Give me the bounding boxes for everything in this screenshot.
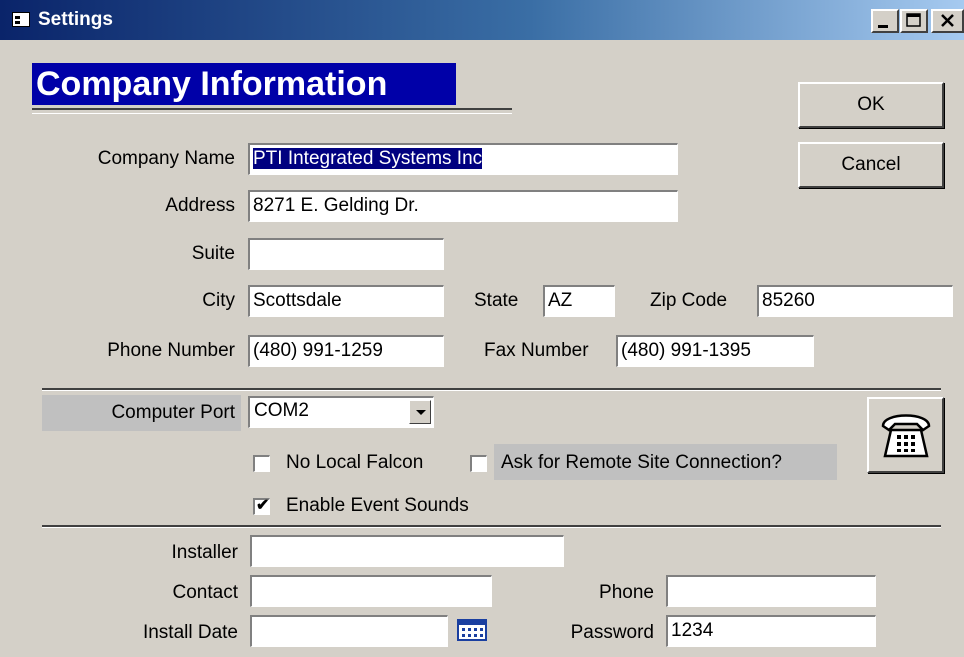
password-label: Password [570,622,654,643]
settings-window: Settings Company Information OK Cancel C… [0,0,964,657]
divider-bottom [42,525,941,528]
install-date-label: Install Date [142,622,238,643]
company-name-field[interactable]: PTI Integrated Systems Inc [248,143,678,175]
state-label: State [474,290,519,311]
dropdown-arrow-icon[interactable] [409,400,431,424]
phone-number-label: Phone Number [107,340,235,361]
minimize-icon [878,25,888,28]
city-label: City [202,290,235,311]
section-title-underline [32,108,512,114]
divider-top [42,388,941,391]
close-icon [940,14,954,27]
no-local-falcon-label: No Local Falcon [286,452,424,473]
form-icon [12,12,30,27]
ask-remote-checkbox[interactable] [470,455,487,472]
phone-number-field[interactable]: (480) 991-1259 [248,335,444,367]
address-field[interactable]: 8271 E. Gelding Dr. [248,190,678,222]
checkmark-icon: ✔ [256,497,270,514]
enable-event-sounds-label: Enable Event Sounds [286,495,469,516]
maximize-icon [906,13,921,27]
computer-port-value: COM2 [254,400,309,421]
state-field[interactable]: AZ [543,285,615,317]
cancel-button[interactable]: Cancel [798,142,944,188]
computer-port-label: Computer Port [111,402,235,423]
calendar-button[interactable] [454,616,490,644]
dial-phone-button[interactable] [867,397,944,473]
company-name-value: PTI Integrated Systems Inc [253,148,483,169]
suite-label: Suite [191,243,235,264]
calendar-icon [457,619,487,641]
zip-code-label: Zip Code [650,290,728,311]
close-button[interactable] [931,9,964,33]
suite-field[interactable] [248,238,444,270]
enable-event-sounds-checkbox[interactable]: ✔ [253,497,270,515]
city-field[interactable]: Scottsdale [248,285,444,317]
computer-port-select[interactable]: COM2 [248,396,434,428]
installer-phone-label: Phone [599,582,654,603]
window-title: Settings [38,9,113,30]
fax-number-field[interactable]: (480) 991-1395 [616,335,814,367]
zip-code-field[interactable]: 85260 [757,285,953,317]
installer-label: Installer [171,542,238,563]
no-local-falcon-checkbox[interactable] [253,455,270,472]
company-name-label: Company Name [98,148,235,170]
contact-field[interactable] [250,575,492,607]
ok-button[interactable]: OK [798,82,944,128]
address-label: Address [165,195,235,216]
minimize-button[interactable] [871,9,899,33]
section-title: Company Information [32,63,456,105]
contact-label: Contact [172,582,238,603]
fax-number-label: Fax Number [484,340,589,361]
maximize-button[interactable] [900,9,928,33]
company-name-label-text: Company Name [97,148,235,169]
ask-remote-label: Ask for Remote Site Connection? [501,452,782,473]
password-field[interactable]: 1234 [666,615,876,647]
install-date-field[interactable] [250,615,448,647]
title-bar[interactable]: Settings [0,0,964,40]
installer-phone-field[interactable] [666,575,876,607]
installer-field[interactable] [250,535,564,567]
telephone-icon [881,414,931,458]
